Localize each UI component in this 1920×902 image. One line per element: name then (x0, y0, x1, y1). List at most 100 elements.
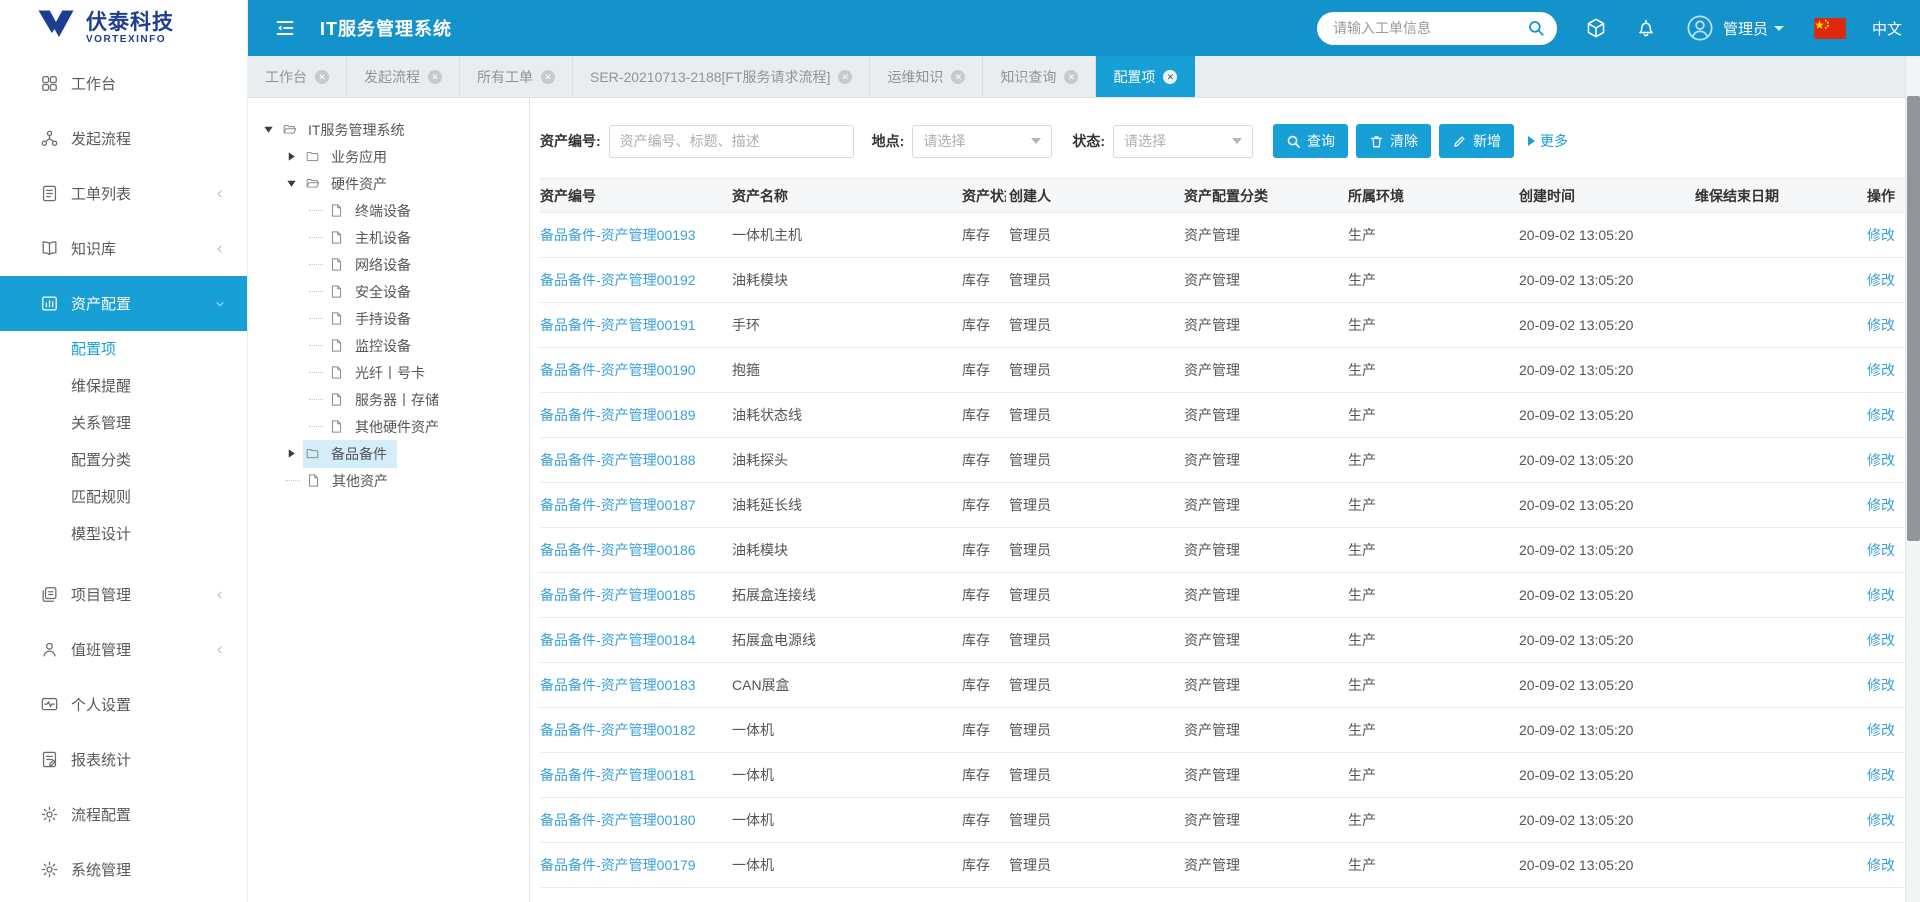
asset-no-link[interactable]: 备品备件-资产管理00187 (540, 497, 696, 513)
asset-no-link[interactable]: 备品备件-资产管理00188 (540, 452, 696, 468)
op-link-修改[interactable]: 修改 (1867, 677, 1895, 693)
search-icon[interactable] (1527, 19, 1545, 37)
sidebar-subitem-配置分类[interactable]: 配置分类 (0, 442, 247, 479)
op-link-修改[interactable]: 修改 (1867, 632, 1895, 648)
sidebar-item-工单列表[interactable]: 工单列表 (0, 166, 247, 221)
clear-button[interactable]: 清除 (1356, 124, 1431, 158)
op-link-修改[interactable]: 修改 (1867, 857, 1895, 873)
page-icon (329, 257, 344, 272)
op-link-修改[interactable]: 修改 (1867, 227, 1895, 243)
tree-node-网络设备[interactable]: 网络设备 (248, 251, 529, 278)
op-link-修改[interactable]: 修改 (1867, 812, 1895, 828)
tree-node-硬件资产[interactable]: 硬件资产 (248, 170, 529, 197)
tab-close-icon[interactable]: ✕ (428, 70, 442, 84)
asset-no-link[interactable]: 备品备件-资产管理00179 (540, 857, 696, 873)
sidebar-subitem-关系管理[interactable]: 关系管理 (0, 405, 247, 442)
sidebar-item-流程配置[interactable]: 流程配置 (0, 787, 247, 842)
location-select[interactable]: 请选择 (912, 125, 1052, 158)
asset-no-link[interactable]: 备品备件-资产管理00192 (540, 272, 696, 288)
tree-node-备品备件[interactable]: 备品备件 (248, 440, 529, 467)
sidebar-item-报表统计[interactable]: 报表统计 (0, 732, 247, 787)
asset-no-link[interactable]: 备品备件-资产管理00193 (540, 227, 696, 243)
china-flag-icon[interactable] (1814, 18, 1846, 39)
vertical-scrollbar[interactable] (1905, 56, 1920, 902)
op-link-修改[interactable]: 修改 (1867, 407, 1895, 423)
tree-node-IT服务管理系统[interactable]: IT服务管理系统 (248, 116, 529, 143)
tree-node-其他硬件资产[interactable]: 其他硬件资产 (248, 413, 529, 440)
op-link-修改[interactable]: 修改 (1867, 542, 1895, 558)
tab-SER-20210713-2188[FT服务请求流程][interactable]: SER-20210713-2188[FT服务请求流程]✕ (573, 56, 870, 97)
op-link-修改[interactable]: 修改 (1867, 722, 1895, 738)
user-menu[interactable]: 管理员 (1723, 18, 1784, 39)
sidebar-item-项目管理[interactable]: 项目管理 (0, 567, 247, 622)
tab-close-icon[interactable]: ✕ (1163, 70, 1177, 84)
status-select[interactable]: 请选择 (1113, 125, 1253, 158)
asset-no-link[interactable]: 备品备件-资产管理00189 (540, 407, 696, 423)
tree-node-安全设备[interactable]: 安全设备 (248, 278, 529, 305)
sidebar-item-知识库[interactable]: 知识库 (0, 221, 247, 276)
tab-close-icon[interactable]: ✕ (838, 70, 852, 84)
op-link-修改[interactable]: 修改 (1867, 272, 1895, 288)
bell-icon[interactable] (1635, 17, 1657, 39)
collapse-menu-icon[interactable] (274, 17, 296, 39)
asset-no-link[interactable]: 备品备件-资产管理00181 (540, 767, 696, 783)
asset-no-link[interactable]: 备品备件-资产管理00186 (540, 542, 696, 558)
tab-运维知识[interactable]: 运维知识 ✕ (870, 56, 983, 97)
tab-close-icon[interactable]: ✕ (951, 70, 965, 84)
tree-node-label: 终端设备 (351, 199, 415, 223)
tree-node-光纤丨号卡[interactable]: 光纤丨号卡 (248, 359, 529, 386)
asset-no-input[interactable] (609, 125, 854, 158)
tab-发起流程[interactable]: 发起流程✕ (347, 56, 460, 97)
tree-connector (309, 426, 323, 427)
op-link-修改[interactable]: 修改 (1867, 497, 1895, 513)
tab-close-icon[interactable]: ✕ (315, 70, 329, 84)
sidebar-item-值班管理[interactable]: 值班管理 (0, 622, 247, 677)
sidebar-item-系统管理[interactable]: 系统管理 (0, 842, 247, 897)
scrollbar-thumb[interactable] (1907, 96, 1920, 541)
tree-node-主机设备[interactable]: 主机设备 (248, 224, 529, 251)
tab-知识查询[interactable]: 知识查询✕ (983, 56, 1096, 97)
asset-no-link[interactable]: 备品备件-资产管理00191 (540, 317, 696, 333)
tab-所有工单[interactable]: 所有工单✕ (460, 56, 573, 97)
tree-node-业务应用[interactable]: 业务应用 (248, 143, 529, 170)
op-link-修改[interactable]: 修改 (1867, 317, 1895, 333)
asset-no-link[interactable]: 备品备件-资产管理00180 (540, 812, 696, 828)
tree-node-服务器丨存储[interactable]: 服务器丨存储 (248, 386, 529, 413)
add-button[interactable]: 新增 (1439, 124, 1514, 158)
tab-工作台[interactable]: 工作台✕ (248, 56, 347, 97)
sidebar-item-个人设置[interactable]: 个人设置 (0, 677, 247, 732)
sidebar-subitem-配置项[interactable]: 配置项 (0, 331, 247, 368)
sidebar-item-发起流程[interactable]: 发起流程 (0, 111, 247, 166)
sidebar-item-工作台[interactable]: 工作台 (0, 56, 247, 111)
language-switch[interactable]: 中文 (1872, 18, 1902, 39)
op-link-修改[interactable]: 修改 (1867, 452, 1895, 468)
column-header-category: 资产配置分类 (1184, 179, 1348, 213)
op-link-修改[interactable]: 修改 (1867, 587, 1895, 603)
asset-no-link[interactable]: 备品备件-资产管理00190 (540, 362, 696, 378)
more-button[interactable]: 更多 (1528, 131, 1568, 151)
op-link-修改[interactable]: 修改 (1867, 362, 1895, 378)
op-link-修改[interactable]: 修改 (1867, 767, 1895, 783)
sidebar-item-资产配置[interactable]: 资产配置 (0, 276, 247, 331)
asset-no-link[interactable]: 备品备件-资产管理00184 (540, 632, 696, 648)
tree-node-手持设备[interactable]: 手持设备 (248, 305, 529, 332)
tree-node-其他资产[interactable]: 其他资产 (248, 467, 529, 494)
asset-no-link[interactable]: 备品备件-资产管理00182 (540, 722, 696, 738)
sidebar-subitem-维保提醒[interactable]: 维保提醒 (0, 368, 247, 405)
tab-配置项[interactable]: 配置项✕ (1096, 56, 1195, 97)
sidebar-subitem-模型设计[interactable]: 模型设计 (0, 516, 247, 553)
folder-open-icon (305, 176, 320, 191)
tab-close-icon[interactable]: ✕ (541, 70, 555, 84)
cell-warranty (1695, 708, 1867, 753)
tree-node-终端设备[interactable]: 终端设备 (248, 197, 529, 224)
tab-label: 运维知识 (887, 67, 943, 87)
user-avatar-icon[interactable] (1685, 13, 1715, 43)
tab-close-icon[interactable]: ✕ (1064, 70, 1078, 84)
asset-no-link[interactable]: 备品备件-资产管理00185 (540, 587, 696, 603)
cube-icon[interactable] (1585, 17, 1607, 39)
asset-no-link[interactable]: 备品备件-资产管理00183 (540, 677, 696, 693)
tree-node-监控设备[interactable]: 监控设备 (248, 332, 529, 359)
workorder-search-input[interactable] (1333, 20, 1527, 36)
sidebar-subitem-匹配规则[interactable]: 匹配规则 (0, 479, 247, 516)
search-button[interactable]: 查询 (1273, 124, 1348, 158)
